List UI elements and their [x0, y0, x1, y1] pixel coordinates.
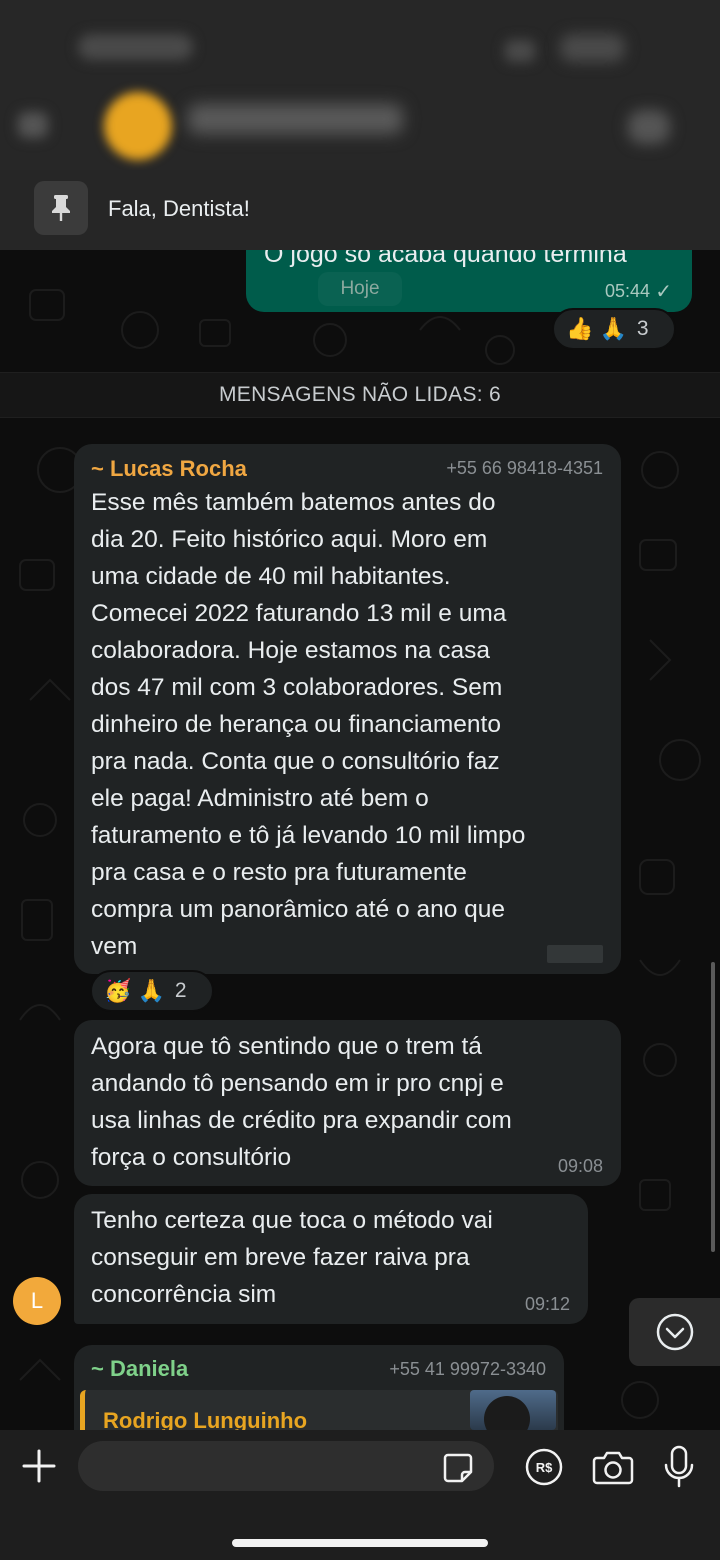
- reaction-emojis: 👍 🙏: [566, 316, 627, 341]
- message-line: dia 20. Feito histórico aqui. Moro em: [91, 526, 488, 553]
- quoted-sender-name: Rodrigo Lunguinho: [103, 1408, 308, 1430]
- sender-name[interactable]: ~ Daniela: [91, 1356, 188, 1382]
- payment-button[interactable]: R$: [524, 1447, 564, 1487]
- message-line: pra nada. Conta que o consultório faz: [91, 748, 500, 775]
- pin-icon: [34, 181, 88, 235]
- pinned-message-banner[interactable]: Fala, Dentista!: [0, 170, 720, 250]
- unread-messages-label: MENSAGENS NÃO LIDAS: 6: [218, 383, 501, 406]
- message-line: vem: [91, 933, 138, 960]
- chevron-down-icon: [656, 1313, 693, 1351]
- camera-icon: [592, 1451, 634, 1485]
- incoming-message-bubble[interactable]: Agora que tô sentindo que o trem tá anda…: [74, 1020, 621, 1186]
- message-text: Esse mês também batemos antes do dia 20.…: [91, 484, 525, 965]
- pinned-message-text: Fala, Dentista!: [108, 196, 250, 221]
- reaction-count: 2: [174, 979, 187, 1002]
- sender-phone: +55 41 99972-3340: [389, 1359, 546, 1379]
- scrollbar[interactable]: [711, 962, 715, 1252]
- message-line: pra casa e o resto pra futuramente: [91, 859, 467, 886]
- message-line: ele paga! Administro até bem o: [91, 785, 429, 812]
- camera-button[interactable]: [592, 1448, 634, 1486]
- reaction-count: 3: [636, 317, 649, 340]
- status-bar-signal-blurred: [505, 40, 535, 62]
- quoted-message[interactable]: Rodrigo Lunguinho: [80, 1390, 558, 1430]
- status-bar-time-blurred: [78, 34, 193, 60]
- scroll-to-bottom-button[interactable]: [629, 1298, 720, 1366]
- group-name-blurred[interactable]: [188, 104, 403, 134]
- message-time-hidden: [547, 945, 603, 963]
- message-input[interactable]: [78, 1441, 494, 1491]
- unread-messages-divider: MENSAGENS NÃO LIDAS: 6: [0, 372, 720, 418]
- message-time: 09:08: [557, 1156, 603, 1176]
- header-action-button[interactable]: [628, 110, 670, 144]
- date-pill: Hoje: [318, 272, 402, 306]
- outgoing-reaction-badge[interactable]: 👍 🙏 3: [552, 308, 676, 350]
- message-line: dos 47 mil com 3 colaboradores. Sem: [91, 674, 503, 701]
- message-line: usa linhas de crédito pra expandir com: [91, 1107, 512, 1134]
- message-line: faturamento e tô já levando 10 mil limpo: [91, 822, 526, 849]
- message-composer: R$: [0, 1430, 720, 1560]
- voice-message-button[interactable]: [662, 1444, 696, 1490]
- message-line: Agora que tô sentindo que o trem tá: [91, 1033, 482, 1060]
- status-bar-battery-blurred: [560, 34, 625, 62]
- message-line: conseguir em breve fazer raiva pra: [91, 1244, 470, 1271]
- message-line: concorrência sim: [91, 1281, 277, 1308]
- message-text: Agora que tô sentindo que o trem tá anda…: [91, 1028, 512, 1176]
- incoming-message-bubble[interactable]: Tenho certeza que toca o método vai cons…: [74, 1194, 588, 1324]
- message-line: compra um panorâmico até o ano que: [91, 896, 506, 923]
- message-line: dinheiro de herança ou financiamento: [91, 711, 501, 738]
- message-reaction-badge[interactable]: 🥳 🙏 2: [90, 970, 214, 1012]
- home-indicator[interactable]: [232, 1539, 488, 1547]
- message-text: Tenho certeza que toca o método vai cons…: [91, 1202, 493, 1313]
- sticker-button[interactable]: [440, 1450, 476, 1486]
- quoted-image-thumbnail: [470, 1390, 556, 1430]
- message-line: Esse mês também batemos antes do: [91, 489, 496, 516]
- svg-text:R$: R$: [536, 1460, 553, 1475]
- attach-button[interactable]: [18, 1445, 60, 1487]
- plus-icon: [22, 1449, 56, 1483]
- sender-name[interactable]: ~ Lucas Rocha: [91, 456, 247, 482]
- message-line: andando tô pensando em ir pro cnpj e: [91, 1070, 504, 1097]
- message-line: força o consultório: [91, 1144, 292, 1171]
- sticker-icon: [443, 1453, 473, 1483]
- message-time: 09:12: [524, 1294, 570, 1314]
- reaction-emojis: 🥳 🙏: [104, 978, 165, 1003]
- incoming-message-bubble[interactable]: ~ Lucas Rocha +55 66 98418-4351 Esse mês…: [74, 444, 621, 974]
- message-line: uma cidade de 40 mil habitantes.: [91, 563, 451, 590]
- mic-icon: [664, 1445, 694, 1488]
- sender-phone: +55 66 98418-4351: [446, 458, 603, 478]
- outgoing-message-time: 05:44: [604, 281, 650, 301]
- payment-icon: R$: [525, 1448, 563, 1486]
- sent-check-icon: ✓: [655, 281, 672, 303]
- avatar[interactable]: L: [13, 1277, 61, 1325]
- message-line: colaboradora. Hoje estamos na casa: [91, 637, 491, 664]
- message-line: Comecei 2022 faturando 13 mil e uma: [91, 600, 507, 627]
- message-line: Tenho certeza que toca o método vai: [91, 1207, 493, 1234]
- group-avatar[interactable]: [104, 92, 172, 160]
- back-button[interactable]: [18, 112, 48, 138]
